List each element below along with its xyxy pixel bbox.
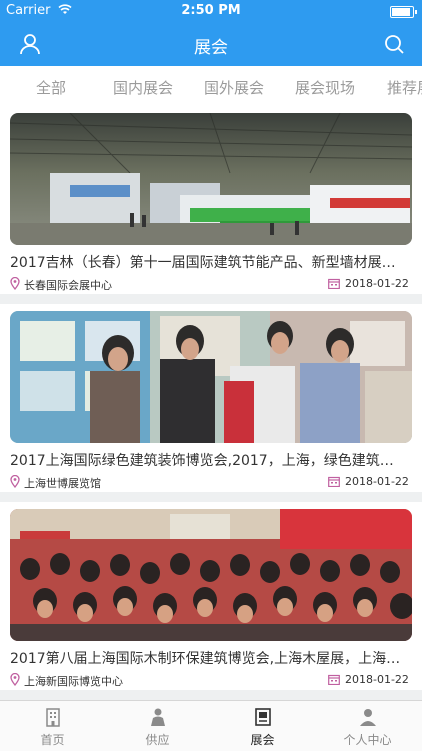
exhibition-icon [255,708,271,726]
tabbar-home[interactable]: 首页 [0,701,105,751]
exhibition-card[interactable]: 2017第八届上海国际木制环保建筑博览会,上海木屋展，上海木结构 上海新国际博览… [0,502,422,690]
battery-icon [390,6,417,18]
profile-icon [360,709,376,726]
status-bar: Carrier 2:50 PM [0,0,422,22]
exhibition-card[interactable]: 2017吉林（长春）第十一届国际建筑节能产品、新型墙材展览会 长春国际会展中心 … [0,106,422,294]
building-icon [46,708,60,727]
calendar-icon [328,674,340,685]
tab-overseas[interactable]: 国外展会 [204,77,264,98]
bottom-tab-bar: 首页 供应 展会 个人中心 [0,700,422,751]
venue-label: 长春国际会展中心 [24,279,112,292]
location-icon [10,673,20,686]
calendar-icon [328,476,340,487]
exhibition-title: 2017吉林（长春）第十一届国际建筑节能产品、新型墙材展览会 [10,255,405,271]
exhibition-photo [10,113,412,245]
tab-live[interactable]: 展会现场 [295,77,355,98]
exhibition-meta: 长春国际会展中心 2018-01-22 [10,276,410,292]
exhibition-meta: 上海世博展览馆 2018-01-22 [10,474,410,490]
exhibition-photo [10,311,412,443]
nav-bar: 展会 [0,22,422,66]
exhibition-card[interactable]: 2017上海国际绿色建筑装饰博览会,2017，上海，绿色建筑，装饰 上海世博展览… [0,304,422,492]
tabbar-label: 展会 [250,733,275,747]
exhibition-title: 2017上海国际绿色建筑装饰博览会,2017，上海，绿色建筑，装饰 [10,453,405,469]
tabbar-label: 个人中心 [343,733,392,747]
exhibition-meta: 上海新国际博览中心 2018-01-22 [10,672,410,688]
exhibition-title: 2017第八届上海国际木制环保建筑博览会,上海木屋展，上海木结构 [10,651,405,667]
tab-all[interactable]: 全部 [36,77,66,98]
date-label: 2018-01-22 [345,277,409,290]
date-label: 2018-01-22 [345,673,409,686]
tabbar-profile[interactable]: 个人中心 [315,701,420,751]
tabbar-label: 首页 [40,733,65,747]
tabbar-label: 供应 [145,733,170,747]
venue-label: 上海新国际博览中心 [24,675,123,688]
search-icon[interactable] [380,30,408,58]
exhibition-photo [10,509,412,641]
tabbar-supply[interactable]: 供应 [105,701,210,751]
calendar-icon [328,278,340,289]
location-icon [10,475,20,488]
tab-recommended[interactable]: 推荐展会 [387,77,422,98]
person-icon [151,708,165,726]
venue-label: 上海世博展览馆 [24,477,101,490]
date-label: 2018-01-22 [345,475,409,488]
location-icon [10,277,20,290]
page-title: 展会 [194,38,228,58]
tab-domestic[interactable]: 国内展会 [113,77,173,98]
tabbar-exhibition[interactable]: 展会 [210,701,315,751]
status-time: 2:50 PM [181,3,241,18]
category-tabs: 全部 国内展会 国外展会 展会现场 推荐展会 [0,66,422,107]
